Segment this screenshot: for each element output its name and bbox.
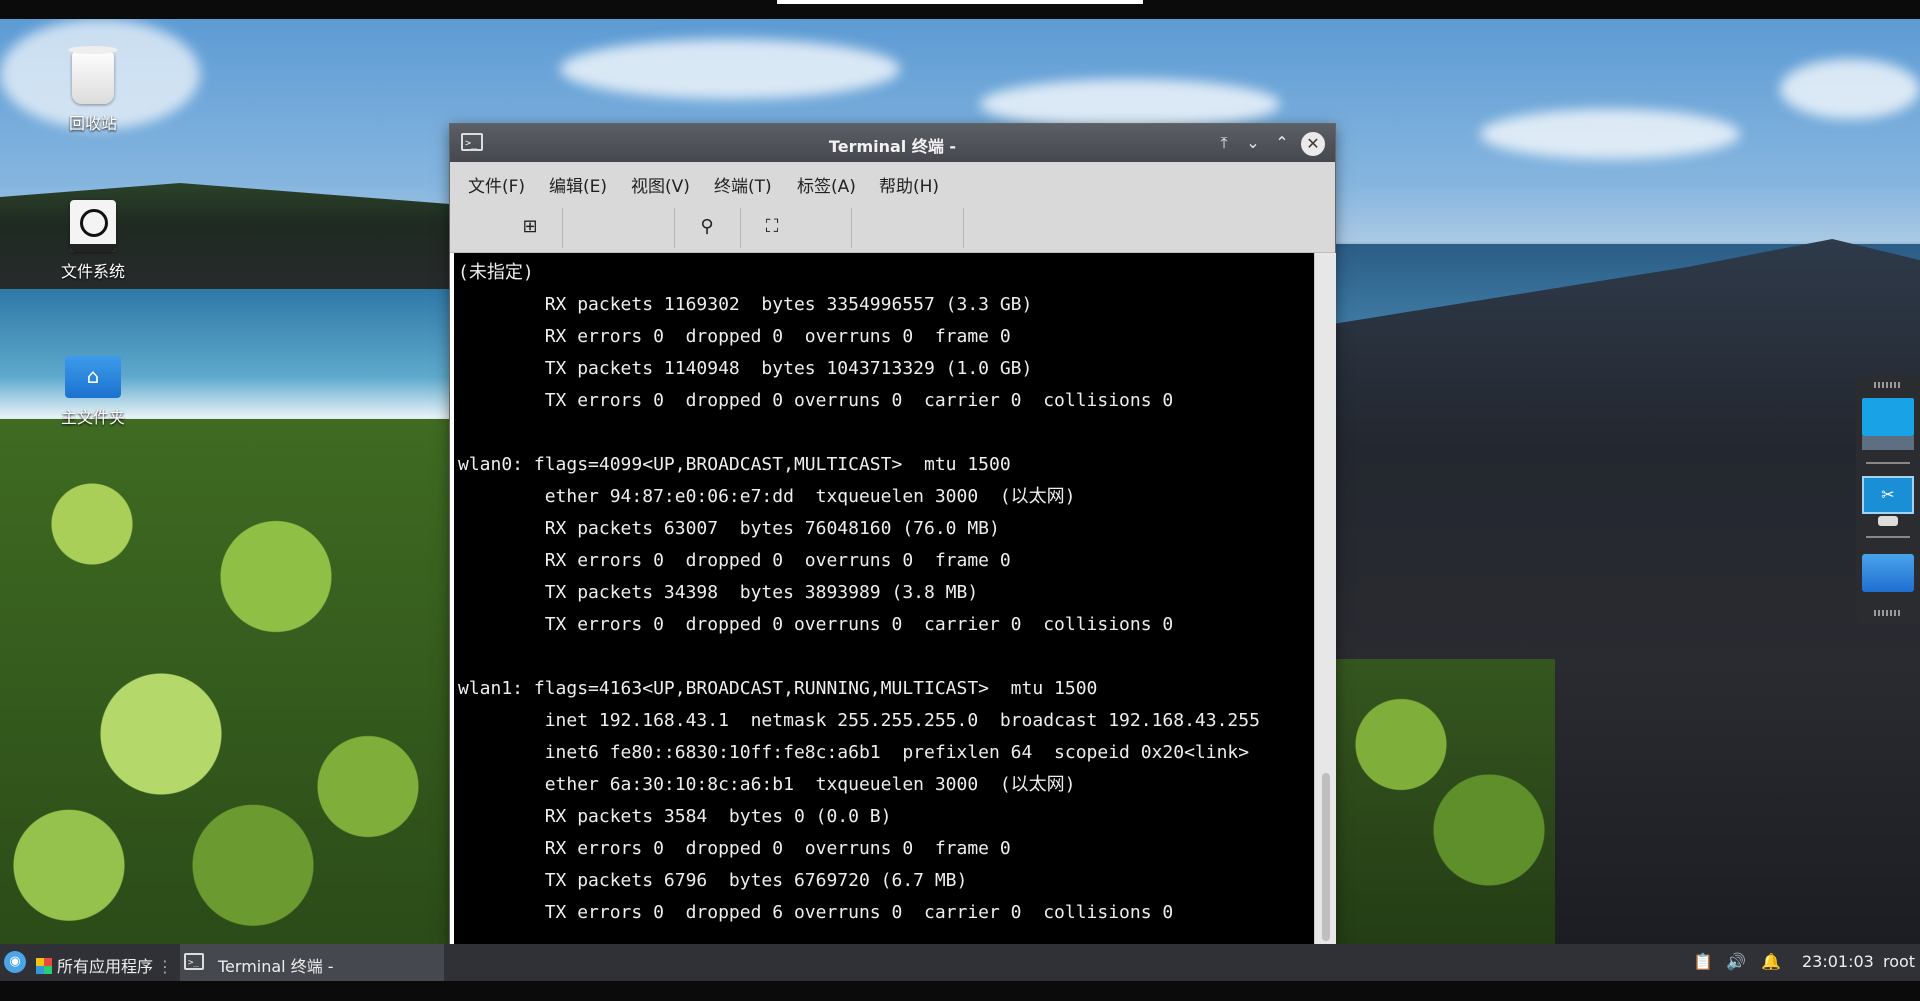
workspace-1-strip [1862, 436, 1914, 450]
window-title: Terminal 终端 - [828, 137, 957, 156]
close-icon[interactable]: ✕ [1301, 132, 1325, 156]
menu-view[interactable]: 视图(V) [631, 172, 690, 197]
menu-edit[interactable]: 编辑(E) [549, 172, 607, 197]
minimize-icon[interactable]: ⌄ [1242, 132, 1264, 154]
clock[interactable]: 23:01:03 [1802, 952, 1874, 971]
toolbar-separator [562, 208, 563, 248]
menu-help[interactable]: 帮助(H) [879, 172, 939, 197]
bottom-strip [0, 981, 1920, 1001]
all-apps-button[interactable]: 所有应用程序 ⋮ [36, 953, 173, 977]
terminal-text: (未指定) RX packets 1169302 bytes 335499655… [458, 262, 1260, 923]
terminal-app-icon: >_ [184, 953, 204, 970]
clipboard-icon[interactable]: 📋 [1693, 952, 1713, 971]
dock-grip[interactable] [1874, 382, 1902, 388]
dock-grip[interactable] [1874, 610, 1902, 616]
all-apps-label: 所有应用程序 [57, 957, 154, 976]
taskbar-item-label: Terminal 终端 - [218, 957, 334, 976]
right-dock: ✂ [1856, 376, 1920, 624]
menu-terminal[interactable]: 终端(T) [714, 172, 772, 197]
dock-separator [1866, 462, 1910, 464]
maximize-icon[interactable]: ⌃ [1271, 132, 1293, 154]
desktop-icon-home[interactable]: ⌂ 主文件夹 [38, 356, 148, 428]
dock-separator [1866, 536, 1910, 538]
new-tab-icon[interactable]: ⊞ [517, 214, 543, 240]
start-menu-icon[interactable]: ◉ [4, 951, 26, 973]
dock-handle [1878, 516, 1898, 526]
menu-file[interactable]: 文件(F) [468, 172, 525, 197]
taskbar: ◉ 所有应用程序 ⋮ >_ Terminal 终端 - 📋 🔊 🔔 23:01:0… [0, 944, 1920, 981]
toolbar-separator [851, 208, 852, 248]
menu-tabs[interactable]: 标签(A) [797, 172, 856, 197]
terminal-window: >_ Terminal 终端 - ⤒ ⌄ ⌃ ✕ 文件(F) 编辑(E) 视图(… [450, 124, 1336, 944]
volume-icon[interactable]: 🔊 [1726, 952, 1746, 971]
desktop-icon-filesystem[interactable]: 文件系统 [38, 200, 148, 282]
toolbar-separator [740, 208, 741, 248]
desktop-icon-label: 回收站 [68, 114, 117, 133]
notification-bell-icon[interactable]: 🔔 [1761, 952, 1781, 971]
top-strip-highlight [777, 0, 1143, 4]
scrollbar[interactable] [1314, 253, 1336, 944]
user-name[interactable]: root [1883, 952, 1915, 971]
toolbar-separator [963, 208, 964, 248]
top-strip [0, 0, 1920, 19]
keep-above-icon[interactable]: ⤒ [1213, 132, 1235, 154]
folder-icon[interactable] [1862, 554, 1914, 592]
terminal-output[interactable]: (未指定) RX packets 1169302 bytes 335499655… [454, 253, 1314, 944]
title-bar[interactable]: >_ Terminal 终端 - ⤒ ⌄ ⌃ ✕ [450, 124, 1335, 162]
desktop-icon-label: 文件系统 [60, 262, 125, 281]
toolbar-separator [674, 208, 675, 248]
menu-bar: 文件(F) 编辑(E) 视图(V) 终端(T) 标签(A) 帮助(H) [450, 162, 1335, 202]
toolbar: ⊞ ⚲ ⛶ [450, 202, 1335, 253]
scrollbar-thumb[interactable] [1322, 773, 1330, 941]
workspace-1-preview[interactable] [1862, 398, 1914, 436]
desktop-icon-label: 主文件夹 [60, 408, 125, 427]
taskbar-item-terminal[interactable]: >_ Terminal 终端 - [180, 944, 444, 981]
home-folder-icon: ⌂ [65, 356, 121, 398]
desktop-icon-trash[interactable]: 回收站 [38, 46, 148, 134]
search-icon[interactable]: ⚲ [694, 214, 720, 240]
fullscreen-icon[interactable]: ⛶ [759, 214, 785, 240]
filesystem-icon [70, 200, 116, 252]
apps-grid-icon [36, 958, 52, 974]
trash-icon [68, 46, 118, 104]
screenshot-tool-icon[interactable]: ✂ [1862, 476, 1914, 514]
